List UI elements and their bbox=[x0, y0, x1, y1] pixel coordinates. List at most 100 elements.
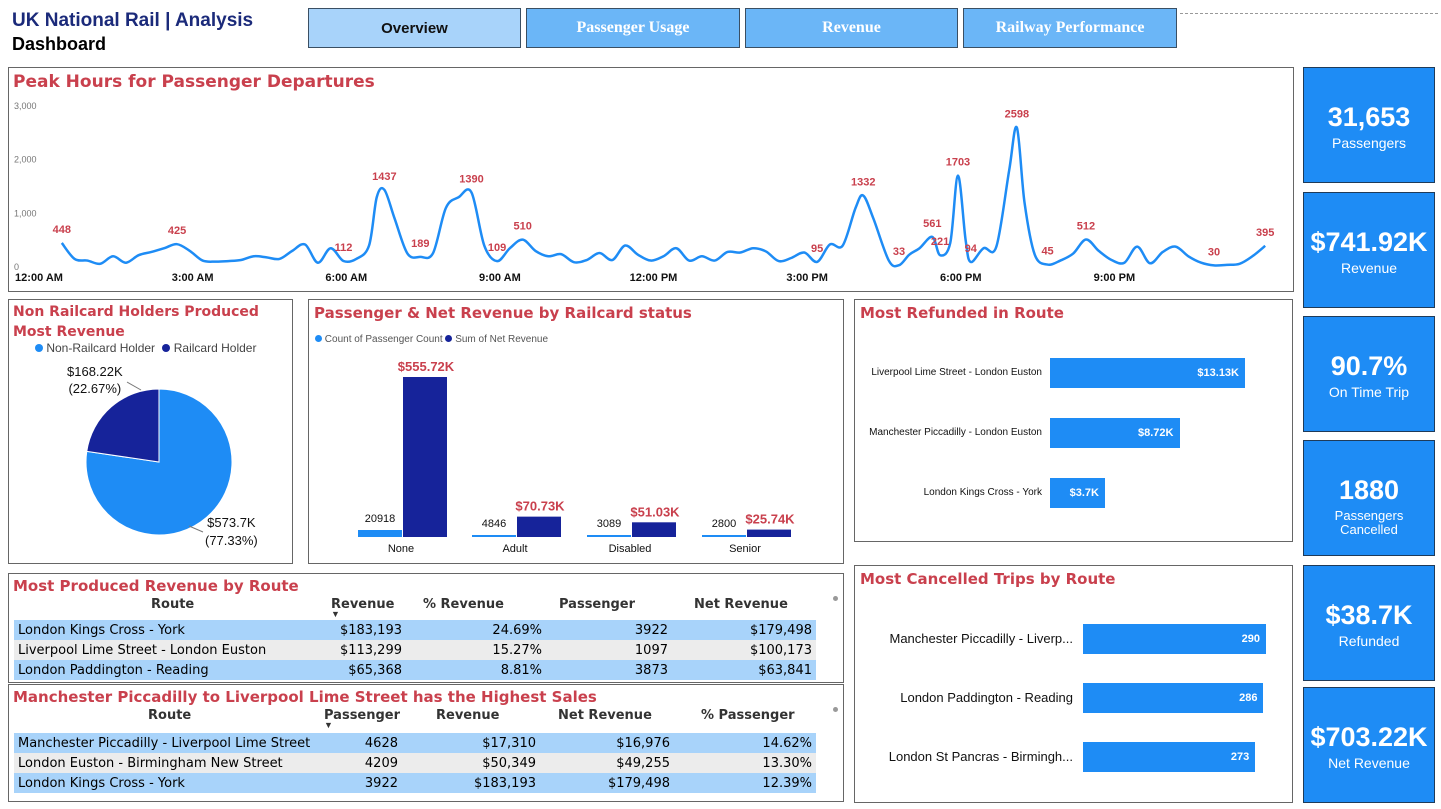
x-tick-label: 9:00 PM bbox=[1094, 272, 1136, 284]
rev-col-revenue[interactable]: Revenue bbox=[331, 597, 394, 612]
x-tick-label: 6:00 AM bbox=[325, 272, 367, 284]
bar-route-label: London Paddington - Reading bbox=[900, 690, 1073, 705]
kpi-cancelled-value: 1880 bbox=[1338, 475, 1400, 505]
table-cell: $63,841 bbox=[758, 662, 812, 678]
bar-net-revenue[interactable] bbox=[517, 516, 561, 537]
sort-desc-icon[interactable]: ▼ bbox=[324, 720, 333, 730]
kpi-revenue-label: Revenue bbox=[1340, 260, 1398, 276]
title-line-1: UK National Rail | Analysis bbox=[12, 10, 254, 31]
table-cell: $179,498 bbox=[607, 775, 670, 791]
most-cancelled-panel: Most Cancelled Trips by Route Manchester… bbox=[854, 565, 1293, 803]
x-tick-label: 12:00 PM bbox=[630, 272, 678, 284]
data-label: 33 bbox=[893, 246, 905, 258]
bar-route-label: London St Pancras - Birmingh... bbox=[888, 749, 1073, 764]
y-tick-label: 2,000 bbox=[14, 155, 37, 165]
data-label: 395 bbox=[1256, 227, 1274, 239]
rev-col-route[interactable]: Route bbox=[151, 597, 194, 612]
bar-value[interactable]: 286 bbox=[1083, 683, 1264, 713]
pie-label-non-railcard-pct: (77.33%) bbox=[205, 533, 258, 548]
table-cell: $183,193 bbox=[339, 622, 402, 638]
scroll-indicator[interactable] bbox=[833, 596, 838, 601]
bar-value[interactable]: $8.72K bbox=[1050, 418, 1180, 448]
rev-col-net-revenue[interactable]: Net Revenue bbox=[694, 597, 788, 612]
category-label: Adult bbox=[502, 543, 527, 555]
sales-col-pct-passenger[interactable]: % Passenger bbox=[701, 708, 795, 723]
dashboard-title: UK National Rail | Analysis Dashboard bbox=[12, 10, 253, 55]
kpi-net-revenue: $703.22K Net Revenue bbox=[1303, 687, 1435, 803]
kpi-refunded-value: $38.7K bbox=[1325, 600, 1413, 630]
sales-col-route[interactable]: Route bbox=[148, 708, 191, 723]
table-cell: $183,193 bbox=[473, 775, 536, 791]
data-label: 1703 bbox=[946, 157, 970, 169]
data-label: 1437 bbox=[372, 171, 396, 183]
table-row[interactable]: Manchester Piccadilly - Liverpool Lime S… bbox=[14, 733, 816, 753]
bar-value[interactable]: 273 bbox=[1083, 742, 1256, 772]
bar-value-label: $8.72K bbox=[1138, 427, 1174, 439]
bar-net-revenue[interactable] bbox=[747, 529, 791, 537]
y-tick-label: 0 bbox=[14, 262, 19, 272]
rev-col-passenger[interactable]: Passenger bbox=[559, 597, 635, 612]
data-label: 1332 bbox=[851, 177, 875, 189]
table-row[interactable]: London Kings Cross - York 3922 $183,193 $17… bbox=[14, 773, 816, 793]
bar-passenger-count[interactable] bbox=[702, 535, 746, 537]
kpi-on-time-label: On Time Trip bbox=[1328, 384, 1410, 400]
kpi-cancelled: 1880 Passengers Cancelled bbox=[1303, 440, 1435, 556]
data-label: 1390 bbox=[459, 173, 483, 185]
table-cell: Manchester Piccadilly - Liverpool Lime S… bbox=[18, 735, 311, 751]
bar-passenger-count[interactable] bbox=[358, 530, 402, 537]
kpi-revenue: $741.92K Revenue bbox=[1303, 192, 1435, 308]
table-cell: London Kings Cross - York bbox=[18, 622, 185, 638]
bar-value[interactable]: $3.7K bbox=[1050, 478, 1105, 508]
bar-net-revenue[interactable] bbox=[403, 377, 447, 537]
tab-revenue[interactable]: Revenue bbox=[745, 8, 958, 48]
cancelled-title: Most Cancelled Trips by Route bbox=[860, 570, 1116, 588]
bar-value-label: 273 bbox=[1230, 751, 1250, 763]
rev-col-pct-revenue[interactable]: % Revenue bbox=[423, 597, 504, 612]
sort-desc-icon[interactable]: ▼ bbox=[331, 609, 340, 619]
leader-line bbox=[126, 381, 142, 391]
table-cell: $100,173 bbox=[749, 642, 812, 658]
sales-col-passenger[interactable]: Passenger bbox=[324, 708, 400, 723]
table-cell: $50,349 bbox=[482, 755, 536, 771]
bar-route-label: London Kings Cross - York bbox=[923, 487, 1042, 498]
scroll-indicator[interactable] bbox=[833, 707, 838, 712]
bar-passenger-count[interactable] bbox=[587, 535, 631, 537]
peak-hours-chart: 3,000 2,000 1,000 012:00 AM 3:00 AM 6:00 AM 9:… bbox=[14, 101, 1274, 284]
data-label: 112 bbox=[335, 242, 353, 254]
revenue-table: London Kings Cross - York $183,193 24.69% 3… bbox=[14, 620, 816, 680]
bar-passenger-count[interactable] bbox=[472, 535, 516, 537]
revenue-table-title: Most Produced Revenue by Route bbox=[13, 577, 299, 595]
table-row[interactable]: London Euston - Birmingham New Street 420… bbox=[14, 753, 816, 773]
category-label: None bbox=[388, 543, 414, 555]
table-cell: 15.27% bbox=[492, 642, 542, 658]
pie-label-railcard-pct: (22.67%) bbox=[68, 381, 122, 396]
bar-value-label: $3.7K bbox=[1069, 487, 1099, 499]
table-cell: 14.62% bbox=[762, 735, 812, 751]
data-label: 94 bbox=[965, 243, 978, 255]
tab-passenger-usage[interactable]: Passenger Usage bbox=[526, 8, 740, 48]
bar-net-revenue[interactable] bbox=[632, 522, 676, 537]
railcard-column-chart: 20918 $555.72K None 4846 $70.73K Adult 3089 $51… bbox=[358, 359, 795, 555]
kpi-passengers-label: Passengers bbox=[1332, 135, 1406, 151]
table-row[interactable]: London Kings Cross - York $183,193 24.69% 3… bbox=[14, 620, 816, 640]
bar-value[interactable]: $13.13K bbox=[1050, 358, 1245, 388]
revenue-by-route-panel: Most Produced Revenue by Route Route Rev… bbox=[8, 573, 844, 683]
table-cell: $65,368 bbox=[348, 662, 402, 678]
table-cell: $17,310 bbox=[482, 735, 536, 751]
data-label: 221 bbox=[931, 236, 949, 248]
tab-overview[interactable]: Overview bbox=[308, 8, 521, 48]
sales-col-net-revenue[interactable]: Net Revenue bbox=[558, 708, 652, 723]
data-label: 425 bbox=[168, 225, 186, 237]
data-label-revenue: $25.74K bbox=[745, 512, 795, 527]
table-row[interactable]: London Paddington - Reading $65,368 8.81% 3… bbox=[14, 660, 816, 680]
table-cell: London Paddington - Reading bbox=[18, 662, 209, 678]
data-label: 561 bbox=[923, 218, 941, 230]
bar-value[interactable]: 290 bbox=[1083, 624, 1266, 654]
table-row[interactable]: Liverpool Lime Street - London Euston $11… bbox=[14, 640, 816, 660]
sales-col-revenue[interactable]: Revenue bbox=[436, 708, 499, 723]
tab-railway-performance[interactable]: Railway Performance bbox=[963, 8, 1177, 48]
table-cell: 3873 bbox=[634, 662, 668, 678]
table-cell: London Euston - Birmingham New Street bbox=[18, 755, 283, 771]
passenger-departures-line[interactable] bbox=[60, 125, 1266, 268]
pie-slice-railcard[interactable] bbox=[86, 388, 160, 463]
